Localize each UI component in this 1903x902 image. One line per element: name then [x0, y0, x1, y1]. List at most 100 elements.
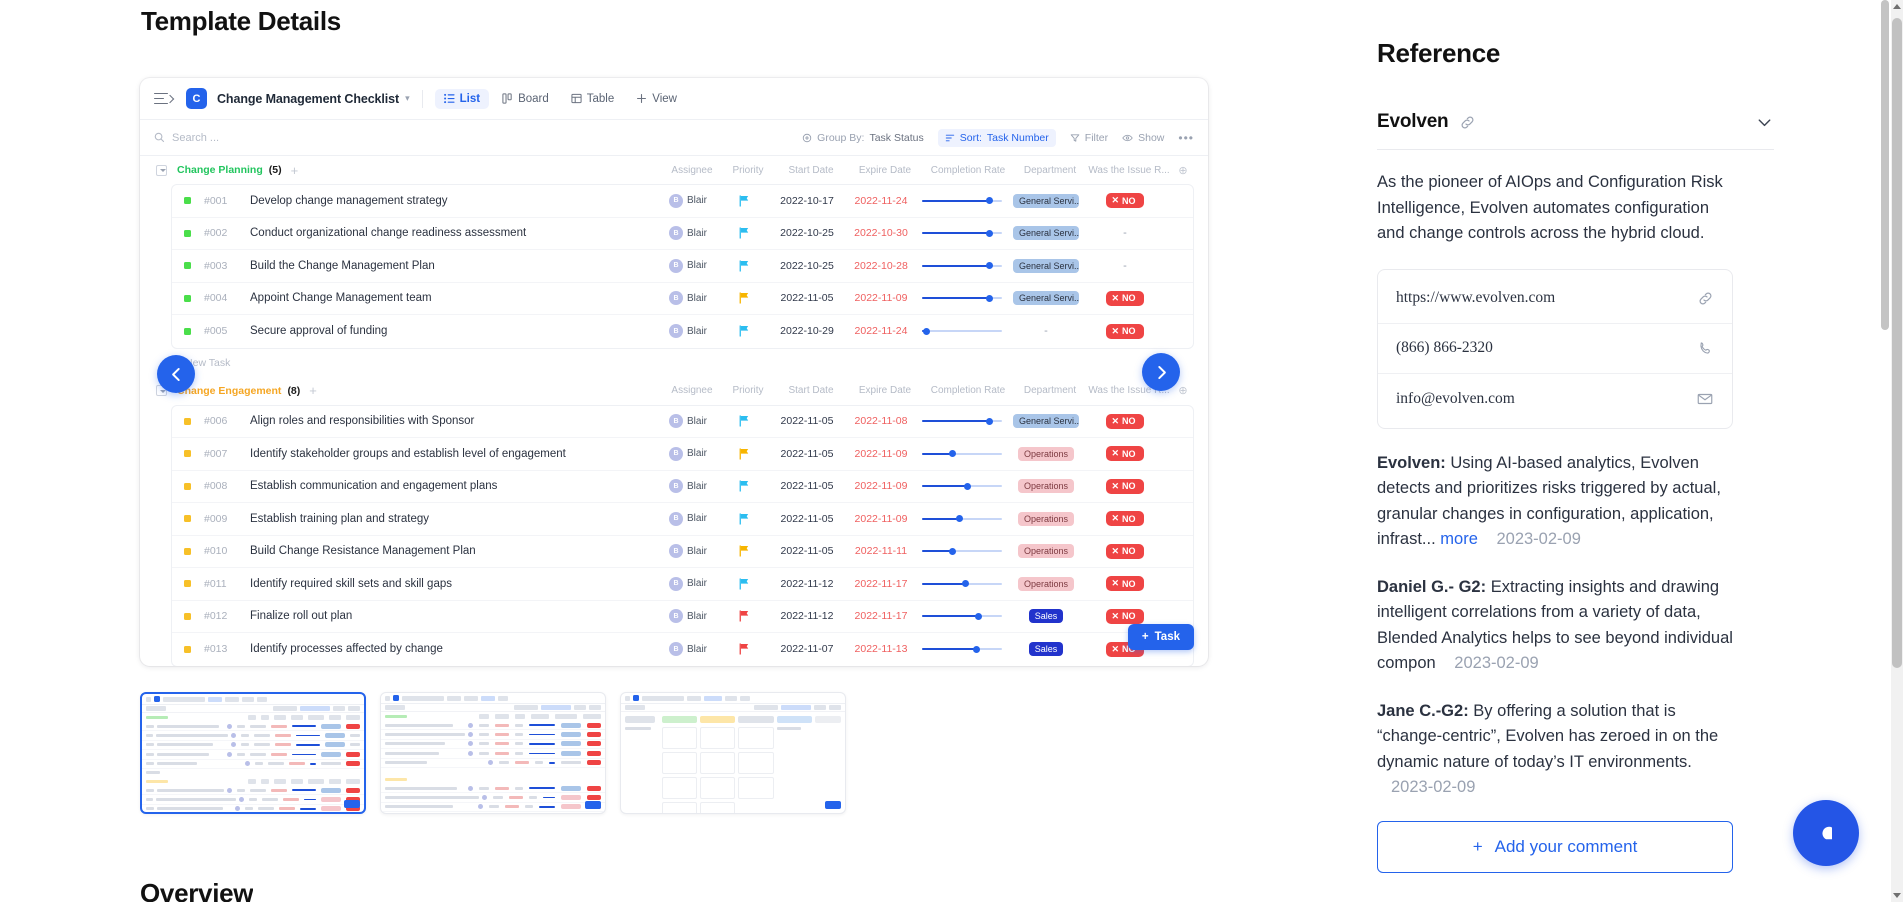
- department-cell[interactable]: General Servi...: [1010, 194, 1082, 208]
- assignee-cell[interactable]: BBlair: [658, 324, 718, 338]
- table-row[interactable]: #010Build Change Resistance Management P…: [172, 536, 1193, 569]
- task-title[interactable]: Conduct organizational change readiness …: [250, 227, 526, 239]
- column-header[interactable]: Department: [1014, 385, 1086, 396]
- assignee-cell[interactable]: BBlair: [658, 226, 718, 240]
- assignee-cell[interactable]: BBlair: [658, 512, 718, 526]
- completion-slider[interactable]: [922, 611, 1002, 621]
- issue-cell[interactable]: ✕NO: [1082, 576, 1168, 591]
- start-date-cell[interactable]: 2022-10-25: [770, 227, 844, 239]
- link-icon[interactable]: [1459, 114, 1476, 131]
- expire-date-cell[interactable]: 2022-11-11: [844, 545, 918, 557]
- expire-date-cell[interactable]: 2022-11-24: [844, 195, 918, 207]
- completion-slider[interactable]: [922, 579, 1002, 589]
- contact-website[interactable]: https://www.evolven.com: [1378, 274, 1732, 324]
- task-title[interactable]: Develop change management strategy: [250, 195, 448, 207]
- issue-cell[interactable]: -: [1082, 260, 1168, 272]
- completion-rate-cell[interactable]: [918, 416, 1010, 426]
- issue-cell[interactable]: ✕NO: [1082, 193, 1168, 208]
- column-header[interactable]: Assignee: [662, 165, 722, 176]
- completion-rate-cell[interactable]: [918, 196, 1010, 206]
- contact-phone[interactable]: (866) 866-2320: [1378, 324, 1732, 374]
- filter-control[interactable]: Filter: [1070, 132, 1108, 144]
- assignee-cell[interactable]: BBlair: [658, 609, 718, 623]
- contact-email[interactable]: info@evolven.com: [1378, 374, 1732, 424]
- expire-date-cell[interactable]: 2022-11-09: [844, 480, 918, 492]
- completion-slider[interactable]: [922, 326, 1002, 336]
- group-add-task-icon[interactable]: +: [309, 384, 317, 397]
- department-cell[interactable]: Operations: [1010, 479, 1082, 493]
- department-cell[interactable]: Operations: [1010, 544, 1082, 558]
- link-icon[interactable]: [1697, 290, 1714, 307]
- expire-date-cell[interactable]: 2022-11-09: [844, 513, 918, 525]
- start-date-cell[interactable]: 2022-10-25: [770, 260, 844, 272]
- issue-cell[interactable]: ✕NO: [1082, 291, 1168, 306]
- task-title[interactable]: Build the Change Management Plan: [250, 260, 435, 272]
- tab-table[interactable]: Table: [562, 89, 624, 109]
- column-header[interactable]: Expire Date: [848, 385, 922, 396]
- assignee-cell[interactable]: BBlair: [658, 577, 718, 591]
- priority-cell[interactable]: [718, 260, 770, 272]
- table-row[interactable]: #005Secure approval of fundingBBlair2022…: [172, 315, 1193, 348]
- start-date-cell[interactable]: 2022-11-12: [770, 578, 844, 590]
- mail-icon[interactable]: [1696, 390, 1714, 408]
- column-header[interactable]: Priority: [722, 165, 774, 176]
- slider-knob[interactable]: [923, 328, 930, 335]
- priority-cell[interactable]: [718, 610, 770, 622]
- assignee-cell[interactable]: BBlair: [658, 194, 718, 208]
- start-date-cell[interactable]: 2022-11-12: [770, 610, 844, 622]
- table-row[interactable]: #007Identify stakeholder groups and esta…: [172, 438, 1193, 471]
- read-more-link[interactable]: more: [1440, 530, 1478, 548]
- list-view-thumbnail[interactable]: [140, 692, 366, 814]
- task-title[interactable]: Appoint Change Management team: [250, 292, 432, 304]
- start-date-cell[interactable]: 2022-11-05: [770, 415, 844, 427]
- start-date-cell[interactable]: 2022-10-17: [770, 195, 844, 207]
- start-date-cell[interactable]: 2022-11-07: [770, 643, 844, 655]
- issue-cell[interactable]: ✕NO: [1082, 544, 1168, 559]
- expire-date-cell[interactable]: 2022-11-24: [844, 325, 918, 337]
- assignee-cell[interactable]: BBlair: [658, 259, 718, 273]
- completion-rate-cell[interactable]: [918, 546, 1010, 556]
- issue-cell[interactable]: ✕NO: [1082, 511, 1168, 526]
- issue-cell[interactable]: ✕NO: [1082, 414, 1168, 429]
- issue-cell[interactable]: ✕NO: [1082, 609, 1168, 624]
- table-row[interactable]: #001Develop change management strategyBB…: [172, 185, 1193, 218]
- table-row[interactable]: #012Finalize roll out planBBlair2022-11-…: [172, 601, 1193, 634]
- task-title[interactable]: Identify processes affected by change: [250, 643, 443, 655]
- department-cell[interactable]: Sales: [1010, 642, 1082, 656]
- task-title[interactable]: Identify required skill sets and skill g…: [250, 578, 452, 590]
- task-title[interactable]: Establish training plan and strategy: [250, 513, 429, 525]
- assignee-cell[interactable]: BBlair: [658, 479, 718, 493]
- completion-rate-cell[interactable]: [918, 449, 1010, 459]
- completion-rate-cell[interactable]: [918, 579, 1010, 589]
- expire-date-cell[interactable]: 2022-11-17: [844, 578, 918, 590]
- column-header[interactable]: Completion Rate: [922, 385, 1014, 396]
- tab-add-view[interactable]: View: [627, 89, 686, 109]
- add-task-button[interactable]: + Task: [1128, 624, 1194, 650]
- slider-knob[interactable]: [964, 483, 971, 490]
- column-header[interactable]: Was the Issue R...: [1086, 165, 1172, 176]
- expire-date-cell[interactable]: 2022-11-13: [844, 643, 918, 655]
- completion-slider[interactable]: [922, 644, 1002, 654]
- assignee-cell[interactable]: BBlair: [658, 544, 718, 558]
- carousel-next-button[interactable]: [1142, 353, 1180, 391]
- slider-knob[interactable]: [986, 295, 993, 302]
- task-title[interactable]: Establish communication and engagement p…: [250, 480, 497, 492]
- task-group-header[interactable]: Change Planning(5)+AssigneePriorityStart…: [140, 156, 1208, 184]
- slider-knob[interactable]: [986, 197, 993, 204]
- column-header[interactable]: Expire Date: [848, 165, 922, 176]
- tab-board[interactable]: Board: [493, 89, 558, 109]
- department-cell[interactable]: Sales: [1010, 609, 1082, 623]
- carousel-prev-button[interactable]: [157, 355, 195, 393]
- slider-knob[interactable]: [973, 646, 980, 653]
- page-scrollbar[interactable]: [1891, 0, 1903, 902]
- slider-knob[interactable]: [962, 580, 969, 587]
- expire-date-cell[interactable]: 2022-11-09: [844, 292, 918, 304]
- group-collapse-icon[interactable]: [156, 165, 167, 176]
- column-header[interactable]: Completion Rate: [922, 165, 1014, 176]
- expire-date-cell[interactable]: 2022-10-28: [844, 260, 918, 272]
- task-title[interactable]: Identify stakeholder groups and establis…: [250, 448, 566, 460]
- column-header[interactable]: Priority: [722, 385, 774, 396]
- task-title[interactable]: Build Change Resistance Management Plan: [250, 545, 476, 557]
- department-cell[interactable]: General Servi...: [1010, 259, 1082, 273]
- completion-rate-cell[interactable]: [918, 293, 1010, 303]
